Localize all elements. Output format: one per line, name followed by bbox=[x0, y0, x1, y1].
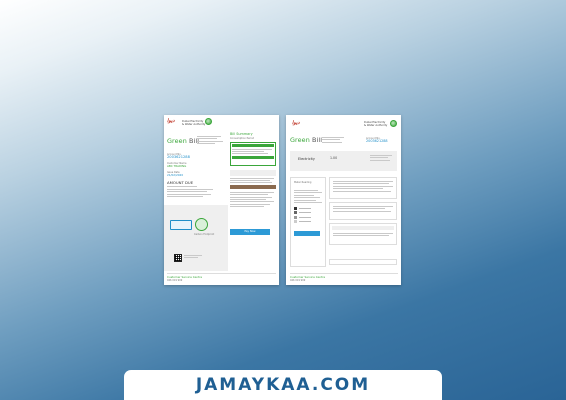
breakdown-lines bbox=[230, 191, 276, 208]
globe-icon bbox=[390, 120, 397, 127]
amount-due-heading: AMOUNT DUE bbox=[167, 179, 194, 185]
electricity-amount: 1.00 bbox=[330, 156, 338, 160]
carbon-footprint-icon bbox=[195, 218, 208, 231]
footer-rule bbox=[290, 273, 398, 274]
total-bar bbox=[230, 184, 276, 189]
footer-phone: 046 019 999 bbox=[290, 279, 306, 282]
dewa-logo-english: Dubai Electricity & Water Authority bbox=[182, 119, 206, 126]
meter-band bbox=[230, 169, 276, 176]
electricity-heading: Electricity bbox=[298, 157, 315, 161]
promo-badge bbox=[170, 220, 192, 230]
account-number: 2003621288 bbox=[366, 139, 388, 143]
qr-code-icon bbox=[174, 254, 182, 262]
carbon-label: Carbon Footprint bbox=[194, 233, 215, 236]
bill-page-2: ديوا Dubai Electricity & Water Authority… bbox=[286, 115, 401, 285]
charges-table-3 bbox=[329, 223, 397, 245]
account-block: Account No. 2003621288 bbox=[366, 137, 388, 144]
footer-rule bbox=[167, 273, 276, 274]
account-block: Account No. 2003621288 Customer Name ABC… bbox=[167, 153, 223, 198]
issue-date: 21/02/2020 bbox=[167, 173, 184, 178]
qr-lines bbox=[184, 255, 206, 260]
action-button[interactable] bbox=[294, 231, 320, 237]
green-bill-title: Green Bill bbox=[167, 137, 200, 145]
customer-name: ABC TRADING bbox=[167, 163, 187, 168]
pay-now-button[interactable]: Pay Now bbox=[230, 229, 270, 236]
electricity-band: Electricity 1.00 bbox=[290, 151, 397, 171]
footer-phone: 046 019 999 bbox=[167, 279, 183, 282]
address-lines bbox=[322, 137, 348, 144]
meter-column: Meter Reading bbox=[290, 177, 326, 267]
charges-table-2 bbox=[329, 202, 397, 220]
meter-label: Meter Reading bbox=[294, 181, 312, 184]
summary-column: Bill Summary Consumption Period Pay Now bbox=[230, 132, 276, 273]
charge-lines bbox=[230, 177, 276, 184]
green-bill-title: Green Bill bbox=[290, 136, 323, 144]
site-banner: JAMAYKAA.COM bbox=[124, 370, 442, 400]
bill-page-1: ديوا Dubai Electricity & Water Authority… bbox=[164, 115, 279, 285]
globe-icon bbox=[205, 117, 212, 125]
dewa-logo-arabic: ديوا bbox=[292, 120, 300, 126]
dewa-logo-english: Dubai Electricity & Water Authority bbox=[364, 121, 388, 127]
account-number: 2003621288 bbox=[167, 155, 190, 159]
site-name[interactable]: JAMAYKAA.COM bbox=[196, 375, 370, 400]
detail-lines bbox=[167, 186, 223, 197]
summary-sub: Consumption Period bbox=[230, 136, 255, 140]
summary-box bbox=[230, 141, 276, 166]
address-lines bbox=[197, 136, 225, 146]
total-row bbox=[329, 259, 397, 265]
charges-table-1 bbox=[329, 177, 397, 199]
dewa-logo-arabic: ديوا bbox=[167, 118, 175, 124]
